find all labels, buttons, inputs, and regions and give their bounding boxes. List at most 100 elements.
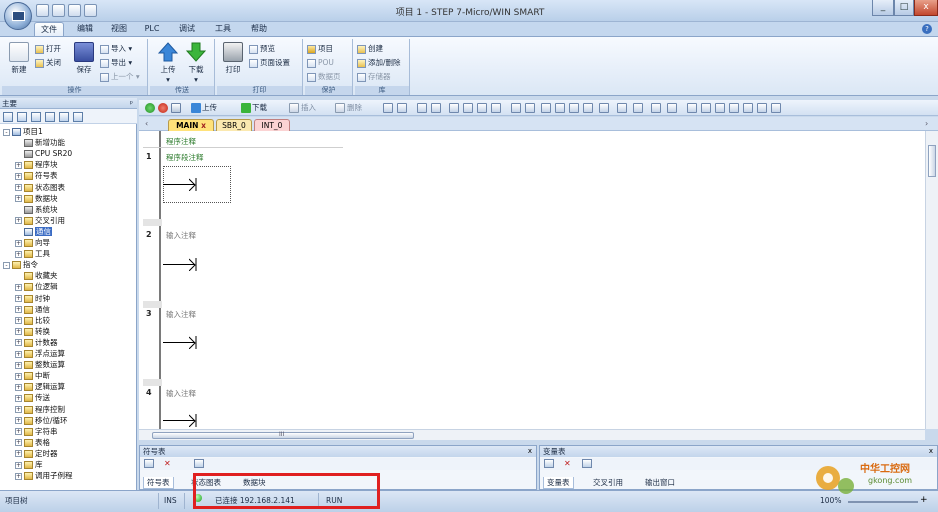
tab-cross-reference[interactable]: 交叉引用 xyxy=(590,477,626,489)
ladder-tool-icon[interactable] xyxy=(701,103,711,113)
expand-icon[interactable]: + xyxy=(15,295,22,302)
print-preview-button[interactable]: 预览 xyxy=(249,43,275,55)
horizontal-scrollbar[interactable]: III xyxy=(139,429,925,440)
ladder-tool-icon[interactable] xyxy=(687,103,697,113)
expand-icon[interactable]: + xyxy=(15,394,22,402)
library-create-button[interactable]: 创建 xyxy=(357,43,383,55)
network-comment[interactable]: 程序段注释 xyxy=(166,152,204,163)
help-icon[interactable]: ? xyxy=(922,24,932,34)
ladder-tool-icon[interactable] xyxy=(463,103,473,113)
expand-icon[interactable]: + xyxy=(15,339,22,347)
view-icon[interactable] xyxy=(73,112,83,122)
tree-item[interactable]: + 数据块 xyxy=(15,193,58,204)
delete-tool-label[interactable]: 删除 xyxy=(347,102,362,113)
insert-tool-label[interactable]: 插入 xyxy=(301,102,316,113)
view-icon[interactable] xyxy=(45,112,55,122)
ladder-tool-icon[interactable] xyxy=(757,103,767,113)
import-button[interactable]: 导入 ▾ xyxy=(100,43,132,55)
tree-item[interactable]: + 调用子例程 xyxy=(15,470,73,481)
network-comment[interactable]: 输入注释 xyxy=(166,309,196,320)
view-icon[interactable] xyxy=(3,112,13,122)
ladder-tool-icon[interactable] xyxy=(599,103,609,113)
tree-item[interactable]: + 中断 xyxy=(15,370,50,381)
expand-icon[interactable]: + xyxy=(15,328,22,336)
rung-output-icon[interactable] xyxy=(163,413,199,427)
tab-file[interactable]: 文件 xyxy=(34,22,64,36)
expand-icon[interactable]: + xyxy=(15,317,22,325)
ladder-tool-icon[interactable] xyxy=(617,103,627,113)
collapse-icon[interactable]: - xyxy=(3,261,10,269)
tree-item[interactable]: + 转换 xyxy=(15,326,50,337)
add-row-icon[interactable] xyxy=(144,459,154,468)
tree-item[interactable]: + 程序控制 xyxy=(15,404,65,415)
tree-item[interactable]: 新增功能 xyxy=(15,137,65,148)
expand-icon[interactable]: + xyxy=(15,306,22,314)
expand-icon[interactable]: + xyxy=(15,161,22,169)
protect-pou-button[interactable]: POU xyxy=(307,57,334,69)
ladder-tool-icon[interactable] xyxy=(477,103,487,113)
upload-tool-label[interactable]: 上传 xyxy=(202,102,217,113)
new-button[interactable]: 新建 xyxy=(6,42,32,75)
scroll-thumb[interactable] xyxy=(928,145,936,177)
expand-icon[interactable]: + xyxy=(15,283,22,291)
expand-icon[interactable]: + xyxy=(15,472,22,480)
expand-icon[interactable]: + xyxy=(15,439,22,447)
tree-item[interactable]: 收藏夹 xyxy=(15,270,58,281)
tree-item[interactable]: + 程序块 xyxy=(15,159,58,170)
ladder-tool-icon[interactable] xyxy=(541,103,551,113)
add-row-icon[interactable] xyxy=(544,459,554,468)
close-button[interactable]: x xyxy=(914,0,938,16)
maximize-button[interactable]: □ xyxy=(894,0,914,16)
upload-button[interactable]: 上传 ▾ xyxy=(156,42,180,84)
rung-output-icon[interactable] xyxy=(163,335,199,349)
tree-item[interactable]: + 比较 xyxy=(15,315,50,326)
new-quick-icon[interactable] xyxy=(36,4,49,17)
ladder-tool-icon[interactable] xyxy=(651,103,661,113)
run-icon[interactable] xyxy=(145,103,155,113)
ladder-tool-icon[interactable] xyxy=(397,103,407,113)
tree-item[interactable]: - 项目1 xyxy=(3,126,43,137)
page-setup-button[interactable]: 页面设置 xyxy=(249,57,290,69)
tree-item[interactable]: + 时钟 xyxy=(15,293,50,304)
library-memory-button[interactable]: 存储器 xyxy=(357,71,391,83)
view-icon[interactable] xyxy=(31,112,41,122)
download-tool-label[interactable]: 下载 xyxy=(252,102,267,113)
project-tree-tab[interactable]: 项目树 xyxy=(5,495,28,507)
refresh-icon[interactable] xyxy=(582,459,592,468)
open-button[interactable]: 打开 xyxy=(35,43,61,55)
minimize-button[interactable]: _ xyxy=(872,0,894,16)
scroll-thumb[interactable]: III xyxy=(152,431,414,439)
tab-help[interactable]: 帮助 xyxy=(244,22,274,36)
ladder-editor[interactable]: 程序注释 1 程序段注释 2 输入注释 3 输入注释 4 输入注释 xyxy=(139,131,925,429)
expand-icon[interactable]: + xyxy=(15,383,22,391)
tab-view[interactable]: 视图 xyxy=(104,22,134,36)
save-button[interactable]: 保存 xyxy=(72,42,96,75)
save-quick-icon[interactable] xyxy=(68,4,81,17)
ladder-tool-icon[interactable] xyxy=(417,103,427,113)
tree-item[interactable]: + 符号表 xyxy=(15,170,58,181)
print-quick-icon[interactable] xyxy=(84,4,97,17)
ladder-tool-icon[interactable] xyxy=(449,103,459,113)
ladder-tool-icon[interactable] xyxy=(555,103,565,113)
close-panel-icon[interactable]: x xyxy=(929,447,933,455)
tree-item[interactable]: + 向导 xyxy=(15,237,50,248)
download-button[interactable]: 下载 ▾ xyxy=(184,42,208,84)
tree-item[interactable]: + 交叉引用 xyxy=(15,215,65,226)
ladder-tool-icon[interactable] xyxy=(569,103,579,113)
expand-icon[interactable]: + xyxy=(15,361,22,369)
tree-item[interactable]: + 计数器 xyxy=(15,337,58,348)
tab-variable-table[interactable]: 变量表 xyxy=(543,477,574,489)
expand-icon[interactable]: + xyxy=(15,184,22,191)
ladder-tool-icon[interactable] xyxy=(729,103,739,113)
ladder-tool-icon[interactable] xyxy=(743,103,753,113)
tab-edit[interactable]: 编辑 xyxy=(70,22,100,36)
open-quick-icon[interactable] xyxy=(52,4,65,17)
ladder-tool-icon[interactable] xyxy=(511,103,521,113)
tab-int-0[interactable]: INT_0 xyxy=(254,119,290,131)
ladder-tool-icon[interactable] xyxy=(633,103,643,113)
tree-item[interactable]: + 状态图表 xyxy=(15,182,65,193)
upload-icon[interactable] xyxy=(191,103,201,113)
zoom-in-icon[interactable]: + xyxy=(920,495,928,505)
export-button[interactable]: 导出 ▾ xyxy=(100,57,132,69)
expand-icon[interactable]: + xyxy=(15,461,22,469)
